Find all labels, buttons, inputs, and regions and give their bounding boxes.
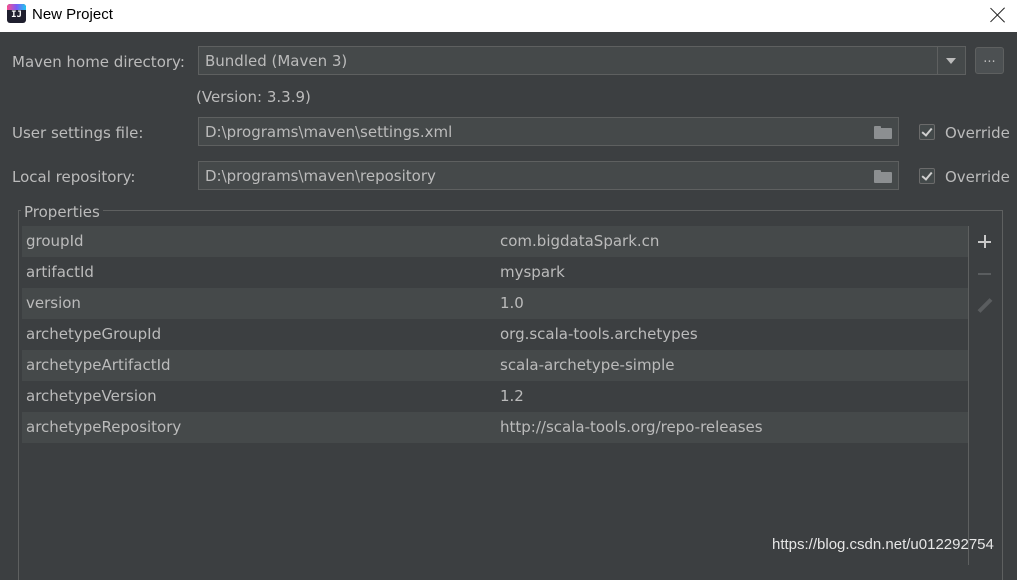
repo-override-label: Override (945, 168, 1010, 186)
user-settings-field[interactable]: D:\programs\maven\settings.xml (198, 117, 899, 146)
table-row[interactable]: archetypeArtifactId scala-archetype-simp… (22, 350, 968, 381)
close-icon[interactable] (987, 4, 1009, 26)
app-icon-text: IJ (11, 10, 22, 20)
settings-override-label: Override (945, 124, 1010, 142)
property-value[interactable]: org.scala-tools.archetypes (500, 325, 698, 343)
plus-icon[interactable] (974, 231, 996, 253)
intellij-app-icon: IJ (7, 4, 26, 23)
properties-title: Properties (21, 203, 103, 221)
property-key: version (26, 294, 81, 312)
maven-version-text: (Version: 3.3.9) (196, 88, 311, 106)
table-row[interactable]: version 1.0 (22, 288, 968, 319)
property-value[interactable]: http://scala-tools.org/repo-releases (500, 418, 763, 436)
pencil-icon[interactable] (974, 296, 996, 318)
property-key: archetypeRepository (26, 418, 182, 436)
table-row[interactable]: groupId com.bigdataSpark.cn (22, 226, 968, 257)
property-value[interactable]: 1.2 (500, 387, 524, 405)
browse-maven-home-button[interactable]: ... (975, 47, 1004, 74)
property-value[interactable]: scala-archetype-simple (500, 356, 674, 374)
local-repository-field[interactable]: D:\programs\maven\repository (198, 161, 899, 190)
property-key: groupId (26, 232, 84, 250)
maven-home-combo[interactable]: Bundled (Maven 3) (198, 46, 966, 75)
property-key: archetypeArtifactId (26, 356, 171, 374)
local-repository-value: D:\programs\maven\repository (205, 167, 436, 185)
property-value[interactable]: 1.0 (500, 294, 524, 312)
local-repository-label: Local repository: (12, 168, 136, 186)
settings-override-checkbox[interactable] (919, 124, 935, 140)
property-value[interactable]: myspark (500, 263, 565, 281)
property-key: archetypeVersion (26, 387, 157, 405)
table-row[interactable]: archetypeGroupId org.scala-tools.archety… (22, 319, 968, 350)
table-row[interactable]: artifactId myspark (22, 257, 968, 288)
table-row[interactable]: archetypeRepository http://scala-tools.o… (22, 412, 968, 443)
folder-icon[interactable] (874, 126, 892, 139)
watermark-text: https://blog.csdn.net/u012292754 (772, 536, 994, 553)
properties-table[interactable]: groupId com.bigdataSpark.cn artifactId m… (22, 226, 969, 565)
repo-override-checkbox[interactable] (919, 168, 935, 184)
folder-icon[interactable] (874, 170, 892, 183)
window-title: New Project (32, 6, 113, 23)
user-settings-label: User settings file: (12, 124, 144, 142)
maven-home-label: Maven home directory: (12, 53, 185, 71)
table-row[interactable]: archetypeVersion 1.2 (22, 381, 968, 412)
chevron-down-icon[interactable] (937, 47, 965, 74)
maven-home-value: Bundled (Maven 3) (205, 52, 348, 70)
minus-icon[interactable] (974, 263, 996, 285)
property-key: archetypeGroupId (26, 325, 162, 343)
user-settings-value: D:\programs\maven\settings.xml (205, 123, 453, 141)
property-value[interactable]: com.bigdataSpark.cn (500, 232, 659, 250)
title-bar: IJ New Project (0, 0, 1017, 32)
property-key: artifactId (26, 263, 94, 281)
